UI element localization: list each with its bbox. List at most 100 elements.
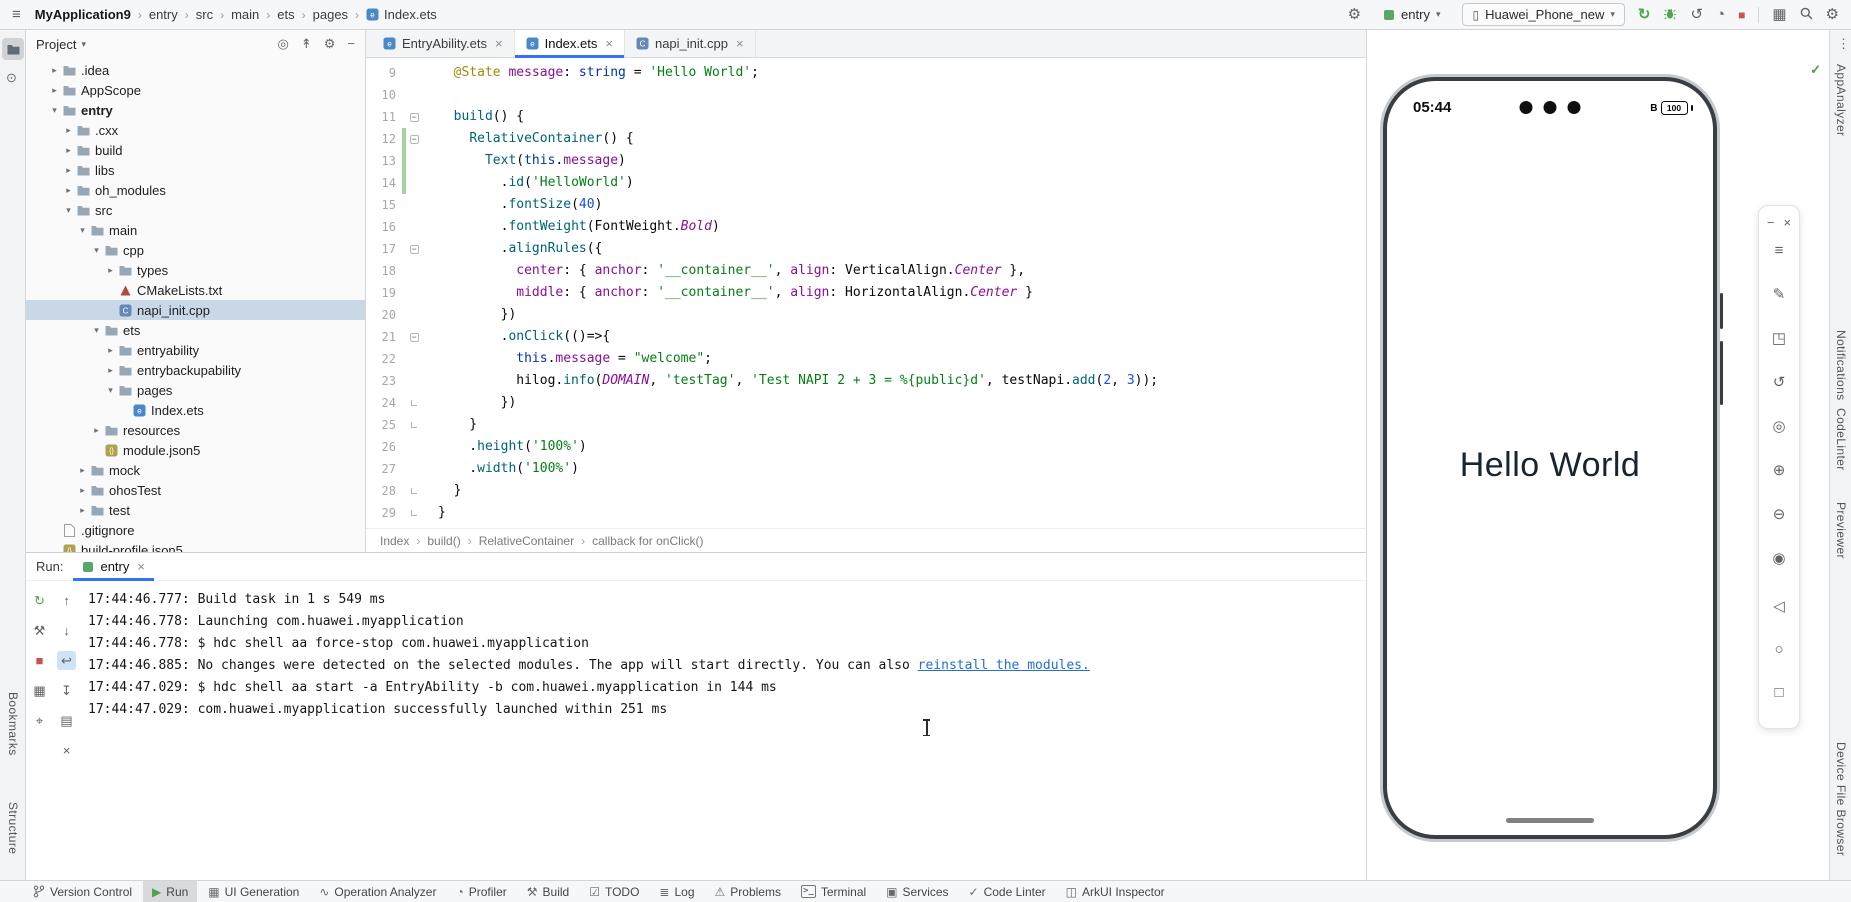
tree-item-entryability[interactable]: ▸entryability	[26, 340, 365, 360]
status-version-control[interactable]: Version Control	[24, 881, 141, 902]
console-line[interactable]: 17:44:46.777: Build task in 1 s 549 ms	[88, 589, 1366, 611]
code-line[interactable]: 17− .alignRules({	[366, 238, 1366, 260]
scroll-end-button[interactable]: ↧	[57, 681, 76, 700]
layout-icon[interactable]: ▦	[1772, 7, 1786, 22]
tab-napi-init-cpp[interactable]: Cnapi_init.cpp×	[625, 30, 756, 57]
console-line[interactable]: 17:44:47.029: com.huawei.myapplication s…	[88, 699, 1366, 721]
collapse-all-icon[interactable]: ↟	[301, 36, 312, 52]
locate-icon[interactable]: ◎	[1772, 417, 1785, 435]
chevron-right-icon[interactable]: ▸	[62, 165, 75, 176]
chevron-down-icon[interactable]: ▾	[90, 325, 103, 336]
tool-stripe-codelinter[interactable]: CodeLinter	[1834, 408, 1848, 471]
status-todo[interactable]: ☑TODO	[580, 881, 648, 902]
chevron-down-icon[interactable]: ▾	[48, 105, 61, 116]
volume-up-icon[interactable]: ⊕	[1773, 461, 1786, 479]
code-editor[interactable]: 9 @State message: string = 'Hello World'…	[366, 58, 1366, 528]
tree-item-index-ets[interactable]: eIndex.ets	[26, 400, 365, 420]
minimize-button[interactable]: −	[1767, 215, 1775, 230]
editor-breadcrumb-item-relativecontainer[interactable]: RelativeContainer	[479, 534, 574, 548]
chevron-right-icon[interactable]: ▸	[104, 265, 117, 276]
hide-panel-icon[interactable]: −	[347, 36, 355, 52]
commit-stripe-icon[interactable]: ⊙	[6, 70, 17, 86]
search-icon[interactable]	[1800, 7, 1813, 23]
tree-item-mock[interactable]: ▸mock	[26, 460, 365, 480]
fold-collapse-icon[interactable]: −	[406, 113, 422, 122]
settings-icon[interactable]: ⚙	[1826, 7, 1839, 22]
device-selector[interactable]: ▯ Huawei_Phone_new ▾	[1462, 3, 1624, 26]
tab-index-ets[interactable]: eIndex.ets×	[515, 30, 625, 57]
code-line[interactable]: 21− .onClick(()=>{	[366, 326, 1366, 348]
clear-button[interactable]: ×	[57, 741, 76, 760]
tree-item-cxx[interactable]: ▸.cxx	[26, 120, 365, 140]
editor-breadcrumb-item-index[interactable]: Index	[380, 534, 409, 548]
debug-button[interactable]	[1663, 7, 1677, 23]
console-line[interactable]: 17:44:47.029: $ hdc shell aa start -a En…	[88, 677, 1366, 699]
code-line[interactable]: 14 .id('HelloWorld')	[366, 172, 1366, 194]
kebab-menu-icon[interactable]: ⋮	[1837, 36, 1850, 52]
code-line[interactable]: 16 .fontWeight(FontWeight.Bold)	[366, 216, 1366, 238]
chevron-right-icon[interactable]: ▸	[76, 485, 89, 496]
code-line[interactable]: 19 middle: { anchor: '__container__', al…	[366, 282, 1366, 304]
tab-close-icon[interactable]: ×	[495, 36, 503, 51]
tree-item-appscope[interactable]: ▸AppScope	[26, 80, 365, 100]
tree-item-pages[interactable]: ▾pages	[26, 380, 365, 400]
tree-item-types[interactable]: ▸types	[26, 260, 365, 280]
tool-stripe-structure[interactable]: Structure	[6, 802, 20, 854]
recents-button[interactable]: □	[1774, 684, 1783, 701]
project-view-selector[interactable]: Project	[36, 37, 76, 52]
code-line[interactable]: 20 })	[366, 304, 1366, 326]
close-button[interactable]: ×	[1784, 215, 1792, 230]
breadcrumb-item-index-ets[interactable]: eIndex.ets	[366, 7, 437, 22]
console-output[interactable]: 17:44:46.777: Build task in 1 s 549 ms 17…	[80, 581, 1366, 880]
chevron-down-icon[interactable]: ▾	[76, 225, 89, 236]
fold-collapse-icon[interactable]: −	[406, 135, 422, 144]
code-line[interactable]: 10	[366, 84, 1366, 106]
tree-item-entrybackupability[interactable]: ▸entrybackupability	[26, 360, 365, 380]
status-run[interactable]: ▶Run	[143, 881, 197, 902]
tool-stripe-appanalyzer[interactable]: AppAnalyzer	[1834, 64, 1848, 136]
volume-down-icon[interactable]: ⊖	[1773, 505, 1786, 523]
profiler-button[interactable]: ◔	[1716, 7, 1725, 22]
chevron-right-icon[interactable]: ▸	[62, 145, 75, 156]
fold-collapse-icon[interactable]: −	[406, 245, 422, 254]
project-stripe-icon[interactable]	[2, 38, 24, 60]
tree-item-build-profile-json5[interactable]: {}build-profile.json5	[26, 540, 365, 552]
breadcrumb-item-entry[interactable]: entry	[149, 7, 178, 22]
tree-item-main[interactable]: ▾main	[26, 220, 365, 240]
chevron-right-icon[interactable]: ▸	[90, 425, 103, 436]
tree-item-ets[interactable]: ▾ets	[26, 320, 365, 340]
editor-breadcrumb-item-callback-for-onclick[interactable]: callback for onClick()	[592, 534, 703, 548]
menu-icon[interactable]: ≡	[1775, 242, 1784, 259]
stop-button[interactable]: ■	[1738, 9, 1745, 21]
code-line[interactable]: 18 center: { anchor: '__container__', al…	[366, 260, 1366, 282]
code-line[interactable]: 27 .width('100%')	[366, 458, 1366, 480]
up-stack-button[interactable]: ↑	[57, 591, 76, 610]
rerun-button[interactable]: ↻	[30, 591, 49, 610]
print-button[interactable]: ▤	[57, 711, 76, 730]
back-button[interactable]: ◁	[1773, 597, 1785, 615]
rotate-icon[interactable]: ↺	[1773, 373, 1786, 391]
home-button[interactable]: ○	[1774, 641, 1783, 658]
code-line[interactable]: 23 hilog.info(DOMAIN, 'testTag', 'Test N…	[366, 370, 1366, 392]
chevron-down-icon[interactable]: ▾	[62, 205, 75, 216]
module-selector[interactable]: entry ▾	[1374, 4, 1449, 25]
tree-item-oh-modules[interactable]: ▸oh_modules	[26, 180, 365, 200]
code-line[interactable]: 29}	[366, 502, 1366, 524]
tool-stripe-notifications[interactable]: Notifications	[1834, 330, 1848, 401]
down-stack-button[interactable]: ↓	[57, 621, 76, 640]
breadcrumb-item-pages[interactable]: pages	[313, 7, 348, 22]
tree-item-build[interactable]: ▸build	[26, 140, 365, 160]
chevron-right-icon[interactable]: ▸	[76, 465, 89, 476]
breadcrumb-item-src[interactable]: src	[196, 7, 213, 22]
chevron-down-icon[interactable]: ▾	[90, 245, 103, 256]
tree-item-module-json5[interactable]: {}module.json5	[26, 440, 365, 460]
fold-end-icon[interactable]	[406, 422, 422, 428]
tree-item-test[interactable]: ▸test	[26, 500, 365, 520]
status-operation-analyzer[interactable]: ∿Operation Analyzer	[310, 881, 445, 902]
chevron-right-icon[interactable]: ▸	[48, 85, 61, 96]
code-line[interactable]: 9 @State message: string = 'Hello World'…	[366, 62, 1366, 84]
tree-item-napi-init-cpp[interactable]: Cnapi_init.cpp	[26, 300, 365, 320]
pin-button[interactable]: ⌖	[30, 711, 49, 730]
fold-collapse-icon[interactable]: −	[406, 333, 422, 342]
code-line[interactable]: 13 Text(this.message)	[366, 150, 1366, 172]
